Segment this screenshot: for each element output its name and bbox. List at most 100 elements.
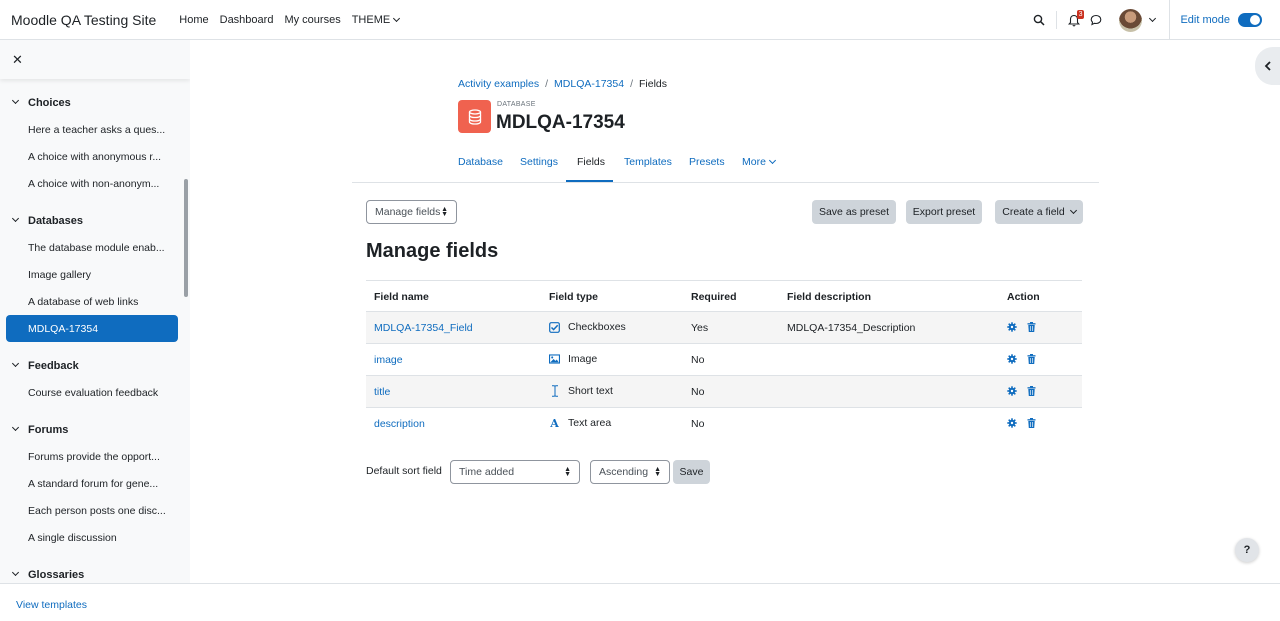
table-header: Field name Field type Required Field des… [366, 280, 1082, 312]
row-actions [1007, 322, 1036, 332]
save-as-preset-button[interactable]: Save as preset [812, 200, 896, 224]
course-index: Choices Here a teacher asks a ques... A … [0, 89, 184, 583]
drawer-header: ✕ [0, 40, 190, 79]
gear-icon[interactable] [1007, 386, 1017, 396]
user-avatar[interactable] [1119, 8, 1143, 32]
tab-fields[interactable]: Fields [577, 156, 605, 168]
breadcrumb-activity-examples[interactable]: Activity examples [458, 78, 539, 90]
header-action: Action [1007, 291, 1040, 303]
divider [1169, 0, 1171, 40]
trash-icon[interactable] [1026, 354, 1036, 364]
field-name-link[interactable]: MDLQA-17354_Field [374, 322, 473, 334]
nav-dashboard[interactable]: Dashboard [220, 14, 274, 26]
field-type-cell: Checkboxes [549, 320, 626, 334]
trash-icon[interactable] [1026, 322, 1036, 332]
tab-presets[interactable]: Presets [689, 156, 725, 168]
sort-field-select[interactable]: Time added ▲ ▼ [450, 460, 580, 484]
course-index-item[interactable]: The database module enab... [0, 234, 184, 261]
nav-home[interactable]: Home [179, 14, 208, 26]
tab-more[interactable]: More [742, 156, 776, 168]
tab-templates[interactable]: Templates [624, 156, 672, 168]
table-row: MDLQA-17354_Field Checkboxes Yes MDLQA-1… [366, 312, 1082, 344]
header-field-name: Field name [374, 291, 429, 303]
field-type-label: Text area [568, 417, 612, 429]
header-required: Required [691, 291, 737, 303]
field-type-cell: A Text area [549, 416, 611, 430]
export-preset-button[interactable]: Export preset [906, 200, 982, 224]
section-title: Feedback [28, 359, 79, 372]
field-name-link[interactable]: image [374, 354, 403, 366]
course-index-item[interactable]: Here a teacher asks a ques... [0, 116, 184, 143]
trash-icon[interactable] [1026, 418, 1036, 428]
field-type-label: Checkboxes [568, 321, 626, 333]
gear-icon[interactable] [1007, 354, 1017, 364]
course-index-item[interactable]: A database of web links [0, 288, 184, 315]
breadcrumb-separator: / [545, 78, 549, 90]
trash-icon[interactable] [1026, 386, 1036, 396]
sort-order-select[interactable]: Ascending ▲ ▼ [590, 460, 670, 484]
chevron-down-icon [11, 214, 20, 223]
field-type-cell: Image [549, 352, 597, 366]
create-field-button[interactable]: Create a field [995, 200, 1083, 224]
messages-icon[interactable] [1085, 9, 1107, 31]
view-templates-link[interactable]: View templates [16, 599, 87, 611]
manage-fields-heading: Manage fields [366, 240, 499, 262]
required-value: Yes [691, 322, 709, 334]
top-navbar: Moodle QA Testing Site Home Dashboard My… [0, 0, 1280, 40]
section-glossaries[interactable]: Glossaries [0, 561, 184, 583]
field-description: MDLQA-17354_Description [787, 322, 916, 334]
course-index-item[interactable]: A choice with anonymous r... [0, 143, 184, 170]
select-arrows-icon: ▲ ▼ [564, 466, 571, 478]
field-type-cell: Short text [549, 384, 613, 398]
section-feedback[interactable]: Feedback [0, 352, 184, 379]
course-index-item-active[interactable]: MDLQA-17354 [6, 315, 178, 342]
footer: View templates [0, 583, 1280, 621]
primary-navigation: Home Dashboard My courses THEME [179, 14, 401, 26]
close-icon[interactable]: ✕ [12, 52, 23, 68]
header-field-type: Field type [549, 291, 599, 303]
tab-more-label: More [742, 156, 766, 168]
field-name-link[interactable]: description [374, 418, 425, 430]
nav-theme[interactable]: THEME [352, 14, 401, 26]
chevron-down-icon [768, 156, 776, 165]
gear-icon[interactable] [1007, 322, 1017, 332]
chevron-down-icon [1069, 206, 1077, 214]
course-index-item[interactable]: Image gallery [0, 261, 184, 288]
fields-table: Field name Field type Required Field des… [366, 280, 1082, 440]
breadcrumb-database[interactable]: MDLQA-17354 [554, 78, 624, 90]
module-type-label: DATABASE [497, 101, 536, 108]
notifications-bell-icon[interactable]: 3 [1063, 9, 1085, 31]
select-value: Manage fields [375, 206, 441, 218]
chevron-down-icon [11, 423, 20, 432]
search-icon[interactable] [1028, 9, 1050, 31]
course-index-item[interactable]: A single discussion [0, 524, 184, 551]
section-choices[interactable]: Choices [0, 89, 184, 116]
edit-mode-label: Edit mode [1180, 14, 1230, 26]
course-index-item[interactable]: A standard forum for gene... [0, 470, 184, 497]
course-index-item[interactable]: A choice with non-anonym... [0, 170, 184, 197]
drawer-scrollbar[interactable] [184, 179, 188, 297]
course-index-item[interactable]: Forums provide the opport... [0, 443, 184, 470]
edit-mode-toggle[interactable] [1238, 13, 1262, 27]
breadcrumb-separator: / [630, 78, 633, 90]
select-value: Ascending [599, 466, 649, 478]
section-forums[interactable]: Forums [0, 416, 184, 443]
field-type-label: Short text [568, 385, 613, 397]
section-databases[interactable]: Databases [0, 207, 184, 234]
gear-icon[interactable] [1007, 418, 1017, 428]
tab-database[interactable]: Database [458, 156, 503, 168]
site-name[interactable]: Moodle QA Testing Site [11, 12, 156, 28]
section-title: Choices [28, 96, 71, 109]
tab-settings[interactable]: Settings [520, 156, 558, 168]
help-button[interactable]: ? [1235, 538, 1259, 562]
field-name-link[interactable]: title [374, 386, 390, 398]
course-index-item[interactable]: Each person posts one disc... [0, 497, 184, 524]
course-index-item[interactable]: Course evaluation feedback [0, 379, 184, 406]
divider [1056, 11, 1058, 29]
breadcrumb-current: Fields [639, 78, 668, 90]
page-title: MDLQA-17354 [496, 112, 625, 133]
chevron-down-icon[interactable] [1149, 14, 1157, 22]
save-sort-button[interactable]: Save [673, 460, 710, 484]
nav-my-courses[interactable]: My courses [284, 14, 340, 26]
manage-fields-select[interactable]: Manage fields ▲ ▼ [366, 200, 457, 224]
